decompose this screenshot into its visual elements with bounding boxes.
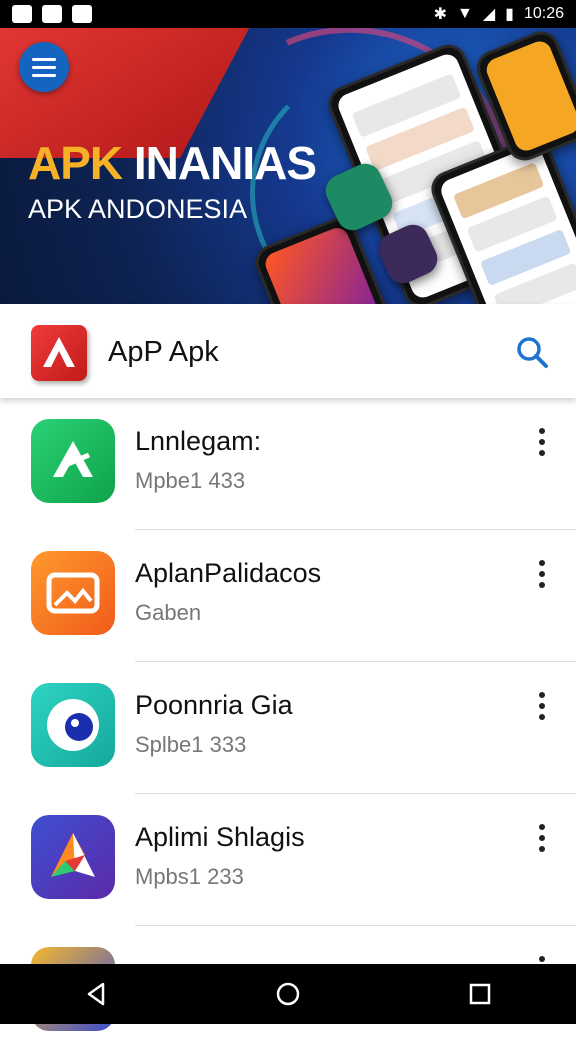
back-icon[interactable] (81, 979, 111, 1009)
banner-title: APK INANIAS (28, 137, 317, 189)
green-arrow-icon (31, 419, 115, 503)
list-item[interactable]: Lnnlegam: Mpbe1 433 (0, 398, 576, 530)
home-icon[interactable] (273, 979, 303, 1009)
app-title: ApP Apk (108, 336, 219, 368)
app-subtitle: Mpbe1 433 (135, 468, 246, 493)
more-options-button[interactable] (530, 560, 554, 590)
notification-icon (72, 5, 92, 23)
signal-icon: ◢ (482, 6, 496, 23)
notification-icons (12, 5, 92, 23)
promo-banner[interactable]: APK INANIAS APK ANDONESIA (0, 28, 576, 304)
orange-image-icon (31, 551, 115, 635)
list-item[interactable]: Poonnria Gia Splbe1 333 (0, 662, 576, 794)
system-nav-bar (0, 964, 576, 1024)
menu-button[interactable] (19, 42, 69, 92)
app-subtitle: Splbe1 333 (135, 732, 247, 757)
app-bar: ApP Apk (0, 304, 576, 398)
search-button[interactable] (512, 332, 552, 372)
app-name: AplanPalidacos (135, 558, 322, 588)
battery-icon: ▮ (505, 6, 514, 23)
list-item[interactable]: Aplimi Shlagis Mpbs1 233 (0, 794, 576, 926)
app-logo-icon (31, 325, 87, 381)
wifi-icon: ▼ (456, 5, 473, 22)
app-name: Poonnria Gia (135, 690, 293, 720)
teal-eye-icon (31, 683, 115, 767)
bluetooth-icon: ✱ (433, 6, 447, 23)
app-subtitle: Mpbs1 233 (135, 864, 244, 889)
more-options-button[interactable] (530, 692, 554, 722)
blue-play-icon (31, 815, 115, 899)
app-name: Lnnlegam: (135, 426, 262, 456)
app-subtitle: Gaben (135, 600, 202, 625)
notification-icon (12, 5, 32, 23)
banner-subtitle: APK ANDONESIA (28, 194, 248, 224)
more-options-button[interactable] (530, 428, 554, 458)
recents-icon[interactable] (465, 979, 495, 1009)
search-icon (517, 337, 548, 368)
app-list: Lnnlegam: Mpbe1 433 AplanPalidacos Gaben… (0, 398, 576, 1058)
app-name: Aplimi Shlagis (135, 822, 305, 852)
hamburger-icon (32, 57, 56, 61)
list-item[interactable]: AplanPalidacos Gaben (0, 530, 576, 662)
clock: 10:26 (523, 5, 564, 22)
notification-icon (42, 5, 62, 23)
status-bar: ✱ ▼ ◢ ▮ 10:26 (0, 0, 576, 28)
more-options-button[interactable] (530, 824, 554, 854)
